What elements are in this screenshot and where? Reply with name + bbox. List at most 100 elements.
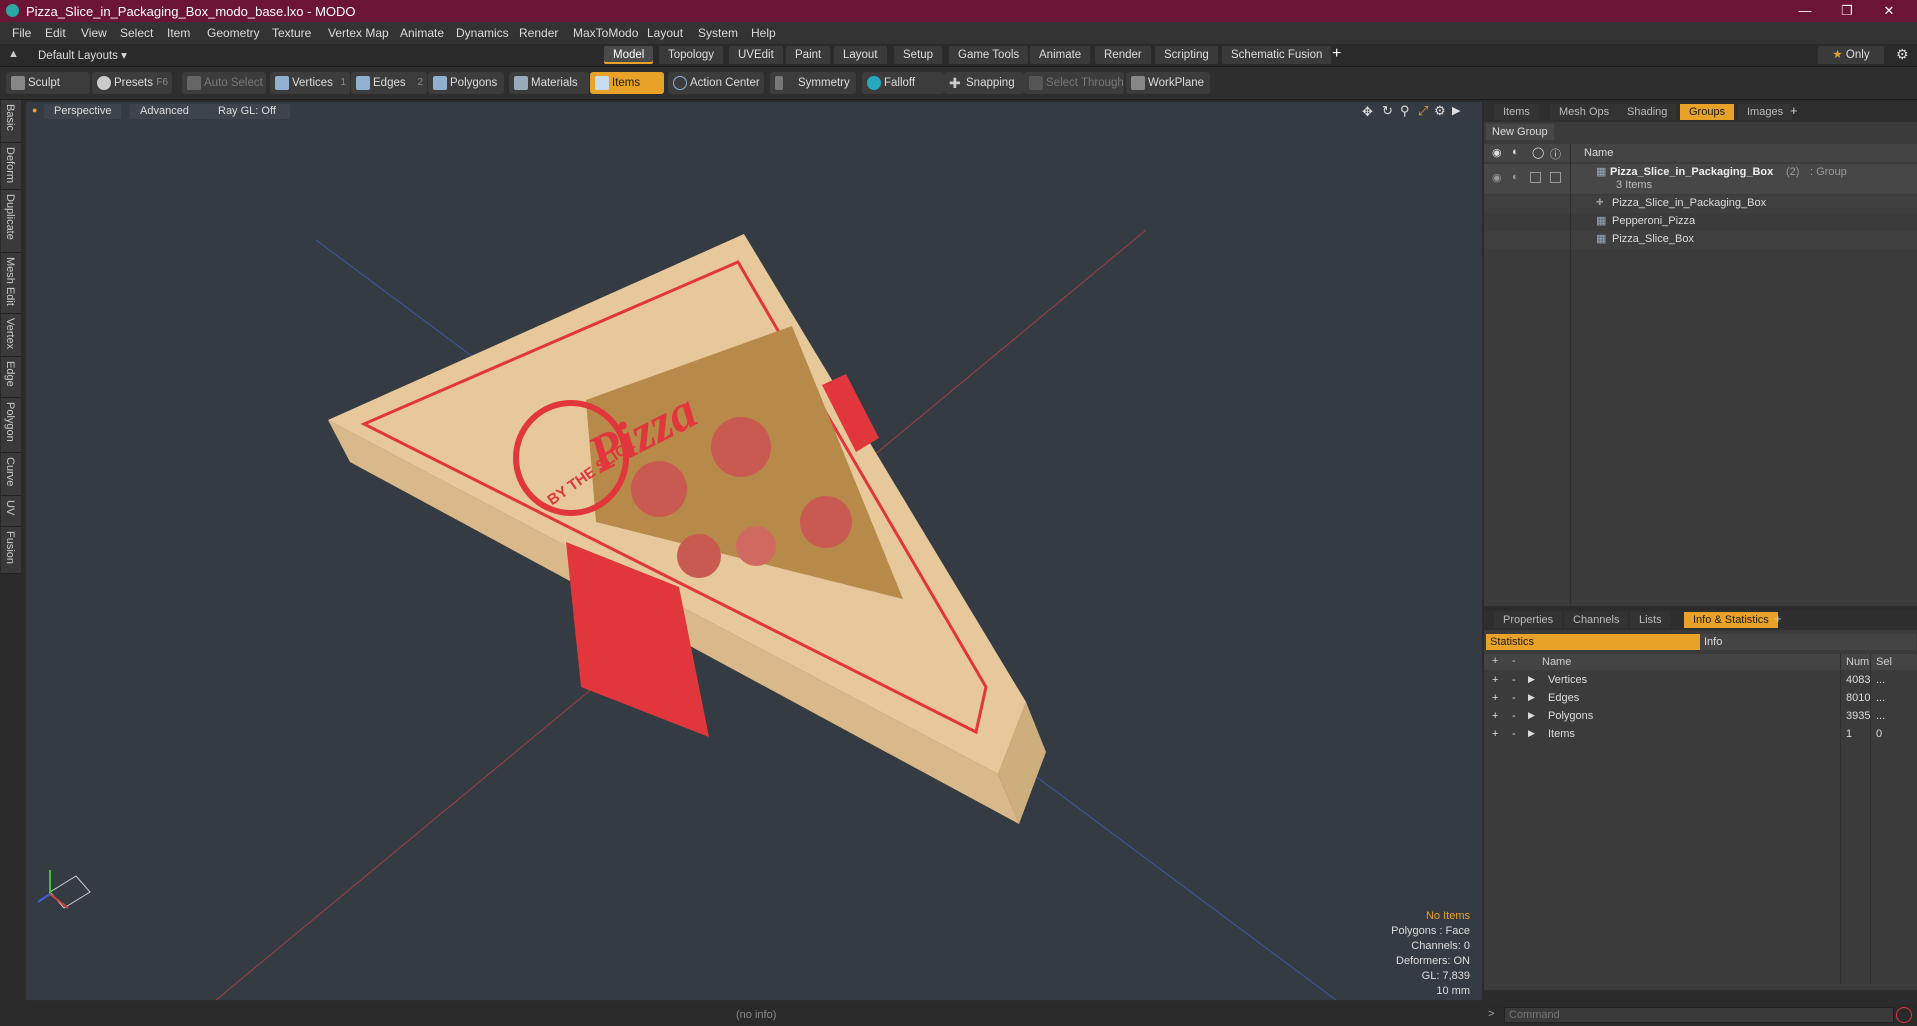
viewport-settings-icon[interactable]: ⚙ xyxy=(1434,103,1446,119)
menu-file[interactable]: File xyxy=(12,26,31,40)
tab-groups[interactable]: Groups xyxy=(1680,104,1735,120)
table-row[interactable]: + - ▶ Items 1 0 xyxy=(1484,726,1917,744)
expand-row-icon[interactable]: + xyxy=(1492,674,1498,686)
menu-view[interactable]: View xyxy=(81,26,107,40)
visibility-eye-icon[interactable]: ◉ xyxy=(1492,171,1502,184)
gear-icon[interactable]: ⚙ xyxy=(1896,46,1909,63)
tab-scripting[interactable]: Scripting xyxy=(1155,46,1218,64)
add-panel-tab-icon[interactable]: + xyxy=(1790,103,1798,118)
new-group-button[interactable]: New Group xyxy=(1486,124,1554,140)
tab-lists[interactable]: Lists xyxy=(1630,612,1671,628)
tab-vertex[interactable]: Vertex xyxy=(1,314,21,357)
tab-uvedit[interactable]: UVEdit xyxy=(729,46,783,64)
materials-button[interactable]: Materials xyxy=(509,72,589,94)
tab-edge[interactable]: Edge xyxy=(1,357,21,398)
disclosure-arrow-icon[interactable]: ▶ xyxy=(1528,728,1535,739)
vertices-button[interactable]: Vertices 1 xyxy=(270,72,350,94)
menu-help[interactable]: Help xyxy=(751,26,776,40)
viewport-expand-icon[interactable]: ▶ xyxy=(1452,104,1460,117)
menu-edit[interactable]: Edit xyxy=(45,26,66,40)
expand-all-icon[interactable]: + xyxy=(1492,655,1498,667)
symmetry-button[interactable]: Symmetry xyxy=(770,72,856,94)
edges-button[interactable]: Edges 2 xyxy=(351,72,427,94)
layout-up-icon[interactable]: ▲ xyxy=(8,48,19,60)
tab-curve[interactable]: Curve xyxy=(1,453,21,496)
shading-dropdown[interactable]: Advanced xyxy=(130,104,214,119)
tab-paint[interactable]: Paint xyxy=(786,46,831,64)
command-stop-icon[interactable] xyxy=(1896,1007,1912,1023)
add-panel-tab-icon[interactable]: + xyxy=(1774,611,1782,626)
tab-images[interactable]: Images xyxy=(1738,104,1793,120)
collapse-row-icon[interactable]: - xyxy=(1512,674,1516,686)
expand-row-icon[interactable]: + xyxy=(1492,710,1498,722)
group-row[interactable]: ◉ ◐ ▦ Pizza_Slice_in_Packaging_Box (2) :… xyxy=(1484,164,1917,194)
tab-render[interactable]: Render xyxy=(1095,46,1151,64)
menu-system[interactable]: System xyxy=(698,26,738,40)
lock-checkbox[interactable] xyxy=(1530,172,1541,183)
minimize-icon[interactable]: — xyxy=(1790,2,1820,20)
render-toggle-icon[interactable]: ◐ xyxy=(1512,171,1519,183)
tab-channels[interactable]: Channels xyxy=(1564,612,1629,628)
falloff-button[interactable]: Falloff xyxy=(862,72,944,94)
menu-select[interactable]: Select xyxy=(120,26,153,40)
command-input[interactable] xyxy=(1504,1007,1894,1023)
menu-vertex-map[interactable]: Vertex Map xyxy=(328,26,389,40)
tab-mesh-ops[interactable]: Mesh Ops xyxy=(1550,104,1619,120)
snapping-button[interactable]: ✚ Snapping xyxy=(944,72,1024,94)
info-subtab[interactable]: Info xyxy=(1700,634,1916,650)
collapse-row-icon[interactable]: - xyxy=(1512,710,1516,722)
list-item[interactable]: ✚ Pizza_Slice_in_Packaging_Box xyxy=(1484,195,1917,213)
move-view-icon[interactable]: ✥ xyxy=(1362,104,1373,120)
menu-maxtomodo[interactable]: MaxToModo xyxy=(573,26,638,40)
tab-basic[interactable]: Basic xyxy=(1,100,21,143)
viewport-menu-icon[interactable]: ● xyxy=(32,105,37,115)
collapse-row-icon[interactable]: - xyxy=(1512,692,1516,704)
tab-schematic-fusion[interactable]: Schematic Fusion xyxy=(1222,46,1332,64)
table-row[interactable]: + - ▶ Polygons 3935 ... xyxy=(1484,708,1917,726)
disclosure-arrow-icon[interactable]: ▶ xyxy=(1528,674,1535,685)
tab-polygon[interactable]: Polygon xyxy=(1,398,21,453)
add-tab-icon[interactable]: + xyxy=(1332,45,1341,63)
tab-layout[interactable]: Layout xyxy=(834,46,887,64)
table-row[interactable]: + - ▶ Edges 8010 ... xyxy=(1484,690,1917,708)
tab-properties[interactable]: Properties xyxy=(1494,612,1563,628)
list-item[interactable]: ▦ Pizza_Slice_Box xyxy=(1484,231,1917,249)
sculpt-button[interactable]: Sculpt xyxy=(6,72,90,94)
tab-deform[interactable]: Deform xyxy=(1,143,21,190)
tab-items[interactable]: Items xyxy=(1494,104,1539,120)
menu-geometry[interactable]: Geometry xyxy=(207,26,260,40)
tab-mesh-edit[interactable]: Mesh Edit xyxy=(1,253,21,314)
menu-render[interactable]: Render xyxy=(519,26,558,40)
tab-animate[interactable]: Animate xyxy=(1030,46,1091,64)
tab-duplicate[interactable]: Duplicate xyxy=(1,190,21,253)
select-through-button[interactable]: Select Through xyxy=(1024,72,1124,94)
menu-layout[interactable]: Layout xyxy=(647,26,683,40)
table-row[interactable]: + - ▶ Vertices 4083 ... xyxy=(1484,672,1917,690)
disclosure-arrow-icon[interactable]: ▶ xyxy=(1528,692,1535,703)
tab-topology[interactable]: Topology xyxy=(659,46,724,64)
disclosure-arrow-icon[interactable]: ▶ xyxy=(1528,710,1535,721)
fit-view-icon[interactable]: ⤢ xyxy=(1418,103,1428,119)
menu-item[interactable]: Item xyxy=(167,26,190,40)
tab-setup[interactable]: Setup xyxy=(894,46,943,64)
close-icon[interactable]: ✕ xyxy=(1874,2,1904,20)
action-center-button[interactable]: Action Center xyxy=(668,72,764,94)
statistics-subtab[interactable]: Statistics xyxy=(1486,634,1700,650)
auto-select-button[interactable]: Auto Select xyxy=(182,72,266,94)
menu-texture[interactable]: Texture xyxy=(272,26,311,40)
tab-shading[interactable]: Shading xyxy=(1618,104,1677,120)
rotate-view-icon[interactable]: ↻ xyxy=(1382,103,1393,119)
items-button[interactable]: Items xyxy=(590,72,664,94)
collapse-all-icon[interactable]: - xyxy=(1512,655,1516,667)
menu-animate[interactable]: Animate xyxy=(400,26,444,40)
workplane-button[interactable]: WorkPlane xyxy=(1126,72,1210,94)
tab-fusion[interactable]: Fusion xyxy=(1,527,21,574)
raygl-toggle[interactable]: Ray GL: Off xyxy=(208,104,290,119)
layouts-dropdown[interactable]: Default Layouts ▾ xyxy=(38,48,127,62)
presets-button[interactable]: Presets F6 xyxy=(92,72,172,94)
maximize-icon[interactable]: ❐ xyxy=(1832,2,1862,20)
zoom-icon[interactable]: ⚲ xyxy=(1400,103,1410,119)
only-toggle[interactable]: ★ Only xyxy=(1818,46,1884,64)
menu-dynamics[interactable]: Dynamics xyxy=(456,26,509,40)
select-checkbox[interactable] xyxy=(1550,172,1561,183)
